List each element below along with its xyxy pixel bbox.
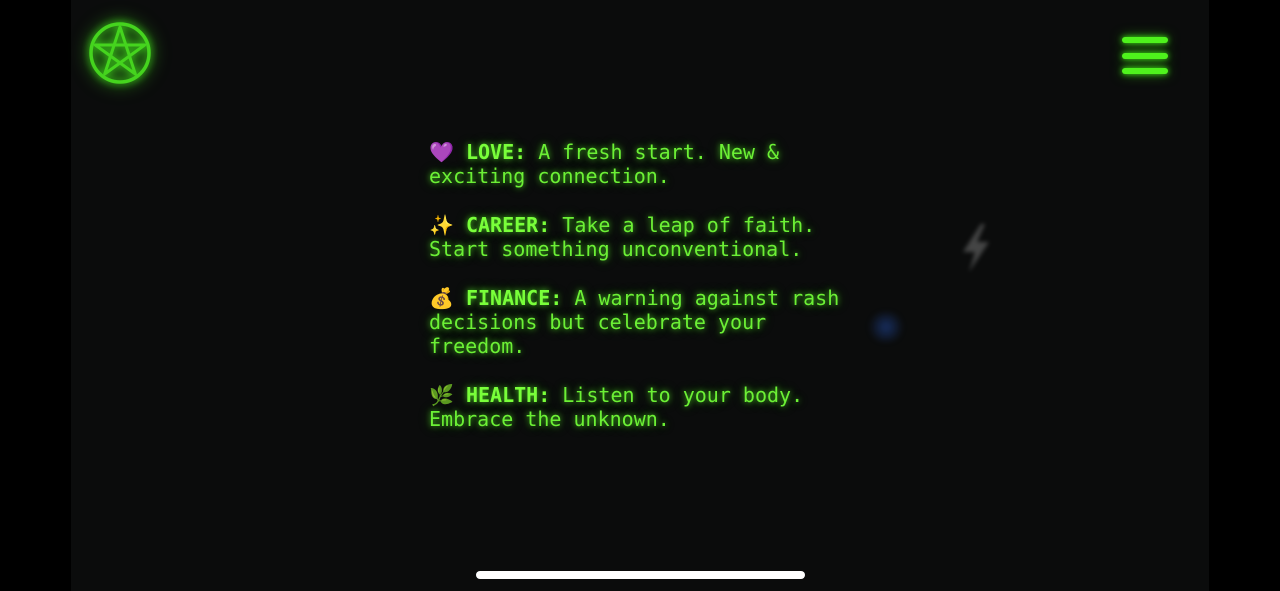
entry-label: LOVE: xyxy=(465,140,527,164)
hamburger-menu-icon[interactable] xyxy=(1118,34,1172,78)
pentagram-icon[interactable] xyxy=(88,21,152,85)
menu-bar-bottom xyxy=(1122,68,1168,74)
menu-bar-middle xyxy=(1122,53,1168,59)
reading-entry-health: 🌿 HEALTH: Listen to your body. Embrace t… xyxy=(429,383,869,432)
reading-text: 💜 LOVE: A fresh start. New & exciting co… xyxy=(429,140,869,456)
faded-decoration xyxy=(866,312,906,342)
reading-entry-finance: 💰 FINANCE: A warning against rash decisi… xyxy=(429,286,869,359)
entry-label: HEALTH: xyxy=(465,382,551,407)
sparkles-icon: ✨ xyxy=(429,212,454,237)
entry-label: CAREER: xyxy=(465,212,551,237)
reading-entry-career: ✨ CAREER: Take a leap of faith. Start so… xyxy=(429,213,869,262)
phone-screen: 💜 LOVE: A fresh start. New & exciting co… xyxy=(0,0,1280,591)
home-indicator[interactable] xyxy=(476,571,805,579)
entry-label: FINANCE: xyxy=(465,285,563,310)
herb-icon: 🌿 xyxy=(429,382,454,407)
money-bag-icon: 💰 xyxy=(429,285,454,310)
faded-lightning-icon xyxy=(963,224,989,272)
menu-bar-top xyxy=(1122,37,1168,43)
heart-icon: 💜 xyxy=(429,140,454,164)
reading-entry-love: 💜 LOVE: A fresh start. New & exciting co… xyxy=(429,140,869,189)
